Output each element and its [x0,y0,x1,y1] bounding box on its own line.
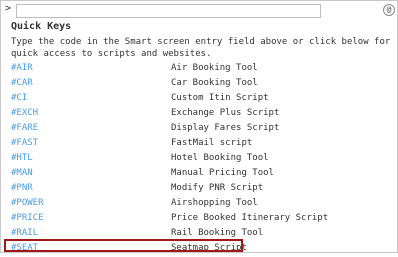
quick-key-description: Exchange Plus Script [171,108,280,118]
quick-key-description: Display Fares Script [171,123,280,133]
quick-key-link[interactable]: #AIR [11,63,33,73]
list-item: #EXCH Exchange Plus Script [11,107,396,122]
quick-key-description: Rail Booking Tool [171,228,264,238]
list-item: #HTL Hotel Booking Tool [11,152,396,167]
list-item: #AIR Air Booking Tool [11,62,396,77]
list-item: #FARE Display Fares Script [11,122,396,137]
quick-key-description: Price Booked Itinerary Script [171,213,329,223]
help-icon[interactable]: @ [383,4,395,16]
quick-key-description: Airshopping Tool [171,198,258,208]
quick-key-description: Modify PNR Script [171,183,264,193]
quick-key-link[interactable]: #EXCH [11,108,38,118]
list-item: #RAIL Rail Booking Tool [11,227,396,242]
quick-keys-panel: > @ Quick Keys Type the code in the Smar… [0,0,398,253]
smart-screen-entry-field[interactable] [16,4,321,18]
quick-key-description: FastMail script [171,138,253,148]
quick-key-link[interactable]: #FARE [11,123,38,133]
quick-key-link[interactable]: #HTL [11,153,33,163]
quick-key-link[interactable]: #CI [11,93,27,103]
quick-key-link[interactable]: #POWER [11,198,44,208]
quick-key-link[interactable]: #CAR [11,78,33,88]
quick-key-description: Hotel Booking Tool [171,153,269,163]
quick-key-description: Manual Pricing Tool [171,168,274,178]
quick-key-description: Seatmap Script [171,243,247,253]
prompt-symbol: > [5,3,12,14]
quick-key-description: Car Booking Tool [171,78,258,88]
page-title: Quick Keys [11,21,72,32]
quick-key-link[interactable]: #PNR [11,183,33,193]
quick-key-link[interactable]: #FAST [11,138,38,148]
list-item: #PNR Modify PNR Script [11,182,396,197]
quick-key-link[interactable]: #PRICE [11,213,44,223]
quick-key-description: Air Booking Tool [171,63,258,73]
list-item: #FAST FastMail script [11,137,396,152]
list-item: #MAN Manual Pricing Tool [11,167,396,182]
list-item: #POWER Airshopping Tool [11,197,396,212]
quick-keys-list: #AIR Air Booking Tool #CAR Car Booking T… [11,62,396,257]
list-item: #PRICE Price Booked Itinerary Script [11,212,396,227]
list-item-seat: #SEAT Seatmap Script [11,242,396,257]
quick-key-link[interactable]: #MAN [11,168,33,178]
quick-key-link[interactable]: #SEAT [11,243,38,253]
entry-bar: > @ [1,1,397,21]
intro-text: Type the code in the Smart screen entry … [11,37,391,59]
quick-key-link[interactable]: #RAIL [11,228,38,238]
list-item: #CAR Car Booking Tool [11,77,396,92]
quick-key-description: Custom Itin Script [171,93,269,103]
list-item: #CI Custom Itin Script [11,92,396,107]
